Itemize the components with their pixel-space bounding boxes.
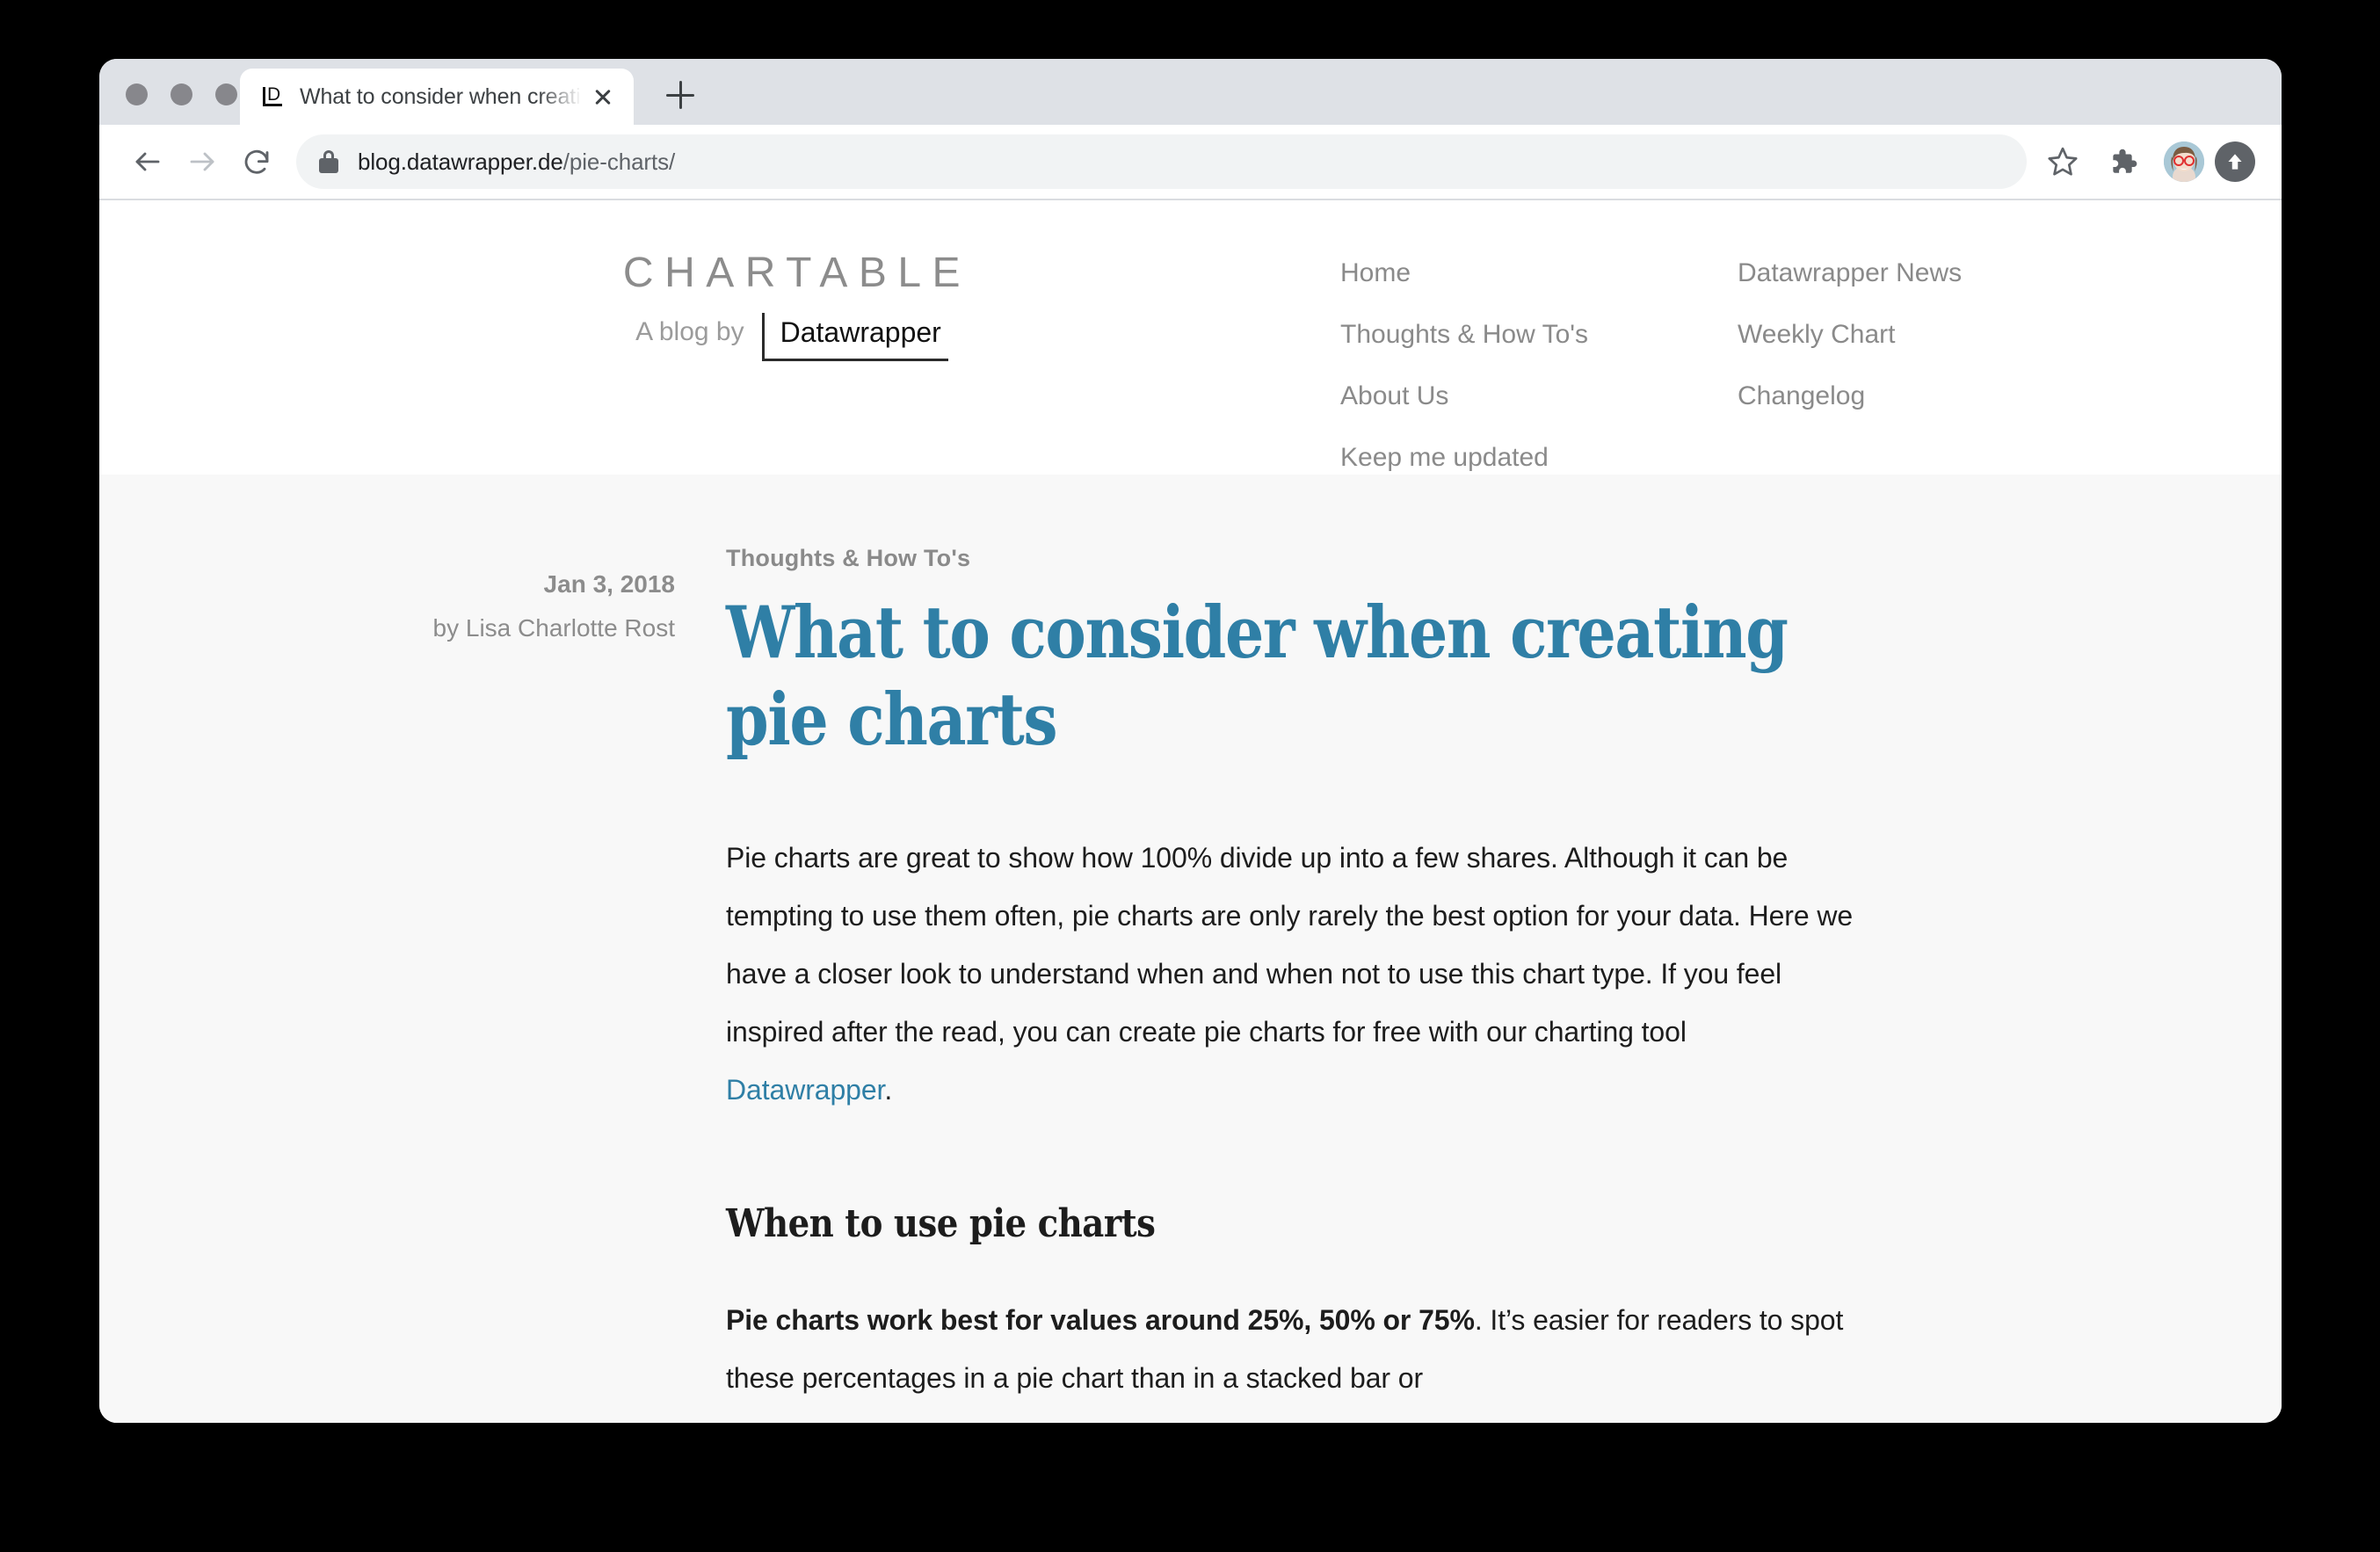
profile-avatar[interactable] <box>2164 141 2204 182</box>
article-section-paragraph: Pie charts work best for values around 2… <box>726 1291 1860 1407</box>
article-headline: What to consider when creating pie chart… <box>726 591 1789 762</box>
close-tab-icon[interactable] <box>588 82 618 112</box>
reload-button[interactable] <box>229 134 284 189</box>
browser-window: D What to consider when creating blog.da… <box>99 59 2282 1423</box>
article-date: Jan 3, 2018 <box>543 570 675 598</box>
browser-tab[interactable]: D What to consider when creating <box>240 69 634 125</box>
extensions-puzzle-icon[interactable] <box>2095 134 2150 189</box>
brand-subtitle: A blog by Datawrapper <box>607 313 976 361</box>
site-header: CHARTABLE A blog by Datawrapper Home Tho… <box>99 202 2282 475</box>
datawrapper-link[interactable]: Datawrapper <box>726 1074 884 1106</box>
web-page: CHARTABLE A blog by Datawrapper Home Tho… <box>99 202 2282 1423</box>
minimize-window-button[interactable] <box>171 83 192 105</box>
nav-item-about-us[interactable]: About Us <box>1340 366 1738 427</box>
site-navigation: Home Thoughts & How To's About Us Keep m… <box>1340 243 1962 489</box>
update-arrow-icon[interactable] <box>2215 141 2255 182</box>
nav-column-two: Datawrapper News Weekly Chart Changelog <box>1738 243 1962 489</box>
nav-item-weekly-chart[interactable]: Weekly Chart <box>1738 304 1962 366</box>
tab-title: What to consider when creating <box>300 83 584 109</box>
address-bar[interactable]: blog.datawrapper.de/pie-charts/ <box>296 134 2027 189</box>
nav-item-home[interactable]: Home <box>1340 243 1738 304</box>
url-path: /pie-charts/ <box>562 148 676 175</box>
bookmark-star-icon[interactable] <box>2035 134 2090 189</box>
intro-text-before-link: Pie charts are great to show how 100% di… <box>726 842 1854 1048</box>
brand-subtitle-name: Datawrapper <box>761 313 948 361</box>
article-intro-paragraph: Pie charts are great to show how 100% di… <box>726 829 1860 1119</box>
nav-item-changelog[interactable]: Changelog <box>1738 366 1962 427</box>
intro-text-after-link: . <box>884 1074 893 1106</box>
section-bold-lead: Pie charts work best for values around 2… <box>726 1304 1475 1336</box>
browser-toolbar: blog.datawrapper.de/pie-charts/ <box>99 125 2282 200</box>
datawrapper-favicon-icon: D <box>259 83 286 110</box>
lock-icon <box>319 150 338 173</box>
url-text: blog.datawrapper.de/pie-charts/ <box>358 149 675 176</box>
article-author: by Lisa Charlotte Rost <box>432 614 675 642</box>
section-heading-when-to-use: When to use pie charts <box>726 1201 1156 1246</box>
article: Jan 3, 2018 by Lisa Charlotte Rost Thoug… <box>99 475 2282 1407</box>
url-host: blog.datawrapper.de <box>358 148 563 175</box>
forward-button[interactable] <box>175 134 229 189</box>
close-window-button[interactable] <box>126 83 148 105</box>
brand-subtitle-prefix: A blog by <box>635 317 744 346</box>
favicon-letter: D <box>267 84 281 105</box>
site-logo[interactable]: CHARTABLE A blog by Datawrapper <box>607 249 976 361</box>
nav-item-datawrapper-news[interactable]: Datawrapper News <box>1738 243 1962 304</box>
article-meta: Jan 3, 2018 by Lisa Charlotte Rost <box>363 562 675 650</box>
article-body: Thoughts & How To's What to consider whe… <box>726 545 1860 1407</box>
nav-column-one: Home Thoughts & How To's About Us Keep m… <box>1340 243 1738 489</box>
nav-item-thoughts-how-tos[interactable]: Thoughts & How To's <box>1340 304 1738 366</box>
tab-strip: D What to consider when creating <box>99 59 2282 125</box>
back-button[interactable] <box>120 134 175 189</box>
brand-title: CHARTABLE <box>622 250 972 296</box>
new-tab-icon[interactable] <box>662 76 699 113</box>
maximize-window-button[interactable] <box>215 83 237 105</box>
article-category[interactable]: Thoughts & How To's <box>726 545 1860 572</box>
window-controls <box>126 83 237 105</box>
